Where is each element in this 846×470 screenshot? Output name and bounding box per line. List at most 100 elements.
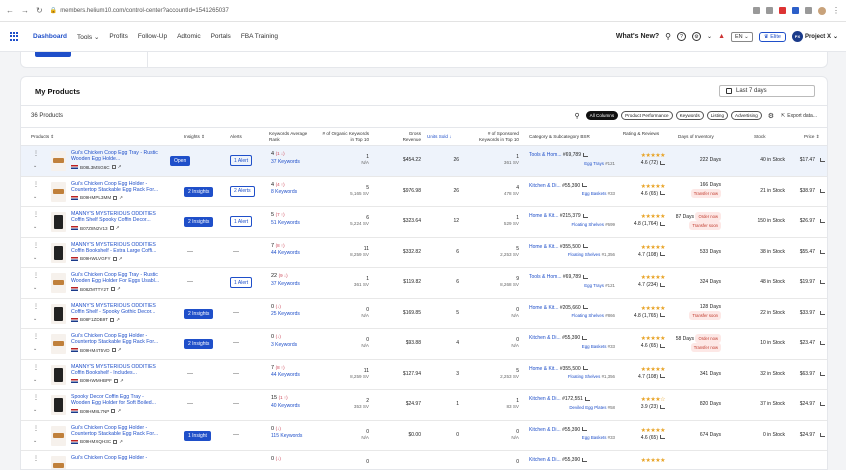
alerts-button[interactable]: 1 Alert [230,216,253,227]
forward-icon[interactable]: → [21,6,29,15]
more-options-icon[interactable]: ⋮ [33,151,39,157]
product-thumbnail[interactable] [51,212,66,232]
chart-icon[interactable] [660,435,665,440]
copy-icon[interactable] [113,195,118,200]
external-link-icon[interactable]: ↗ [120,378,124,384]
table-row[interactable]: ⋮ ⌄ Gui's Chicken Coop Egg Tray - Rustic W… [21,146,827,177]
reload-icon[interactable]: ↻ [36,6,43,15]
chart-icon[interactable] [582,152,588,157]
table-row[interactable]: ⋮⌄Gui's Chicken Coop Egg Holder -0 (↓)00… [21,451,827,469]
nav-portals[interactable]: Portals [211,33,231,40]
header-sponsored[interactable]: # of Sponsored Keywords in Top 10 [467,131,519,143]
category-link[interactable]: Home & Kit... [529,305,558,311]
chart-icon[interactable] [660,374,665,379]
chart-icon[interactable] [820,402,825,406]
chevron-down-icon[interactable]: ⌄ [33,285,37,291]
chart-icon[interactable] [820,249,825,254]
date-range-picker[interactable]: Last 7 days [719,85,815,97]
back-icon[interactable]: ← [6,6,14,15]
category-link[interactable]: Home & Kit... [529,213,558,219]
chart-icon[interactable] [660,221,665,226]
product-thumbnail[interactable] [51,151,66,171]
category-link[interactable]: Kitchen & Di... [529,427,561,433]
helium-extension-icon[interactable] [792,7,799,14]
chart-icon[interactable] [582,183,588,188]
chevron-down-icon[interactable]: ⌄ [33,438,37,444]
chart-icon[interactable] [582,335,588,340]
open-button[interactable]: Open [170,156,191,166]
search-icon[interactable]: ⚲ [665,32,671,41]
extension-icon[interactable] [779,7,786,14]
product-title-link[interactable]: MANNY'S MYSTERIOUS ODDITIES Coffin Books… [71,242,163,254]
product-thumbnail[interactable] [51,456,66,469]
copy-icon[interactable] [110,317,115,322]
chart-icon[interactable] [660,252,665,257]
filter-advertising[interactable]: Advertising [731,111,762,120]
category-link[interactable]: Home & Kit... [529,244,558,250]
more-options-icon[interactable]: ⋮ [33,456,39,462]
product-title-link[interactable]: MANNY'S MYSTERIOUS ODDITIES Coffin Shelf… [71,303,163,315]
category-link[interactable]: Tools & Hom... [529,274,562,280]
nav-fba-training[interactable]: FBA Training [241,33,278,40]
filter-all-columns[interactable]: All Columns [585,111,619,120]
settings-icon[interactable]: ⚙ [692,32,702,41]
external-link-icon[interactable]: ↗ [116,317,120,323]
external-link-icon[interactable]: ↗ [118,164,122,170]
copy-icon[interactable] [113,378,118,383]
chart-icon[interactable] [660,191,665,196]
header-kw-rank[interactable]: Keywords Average Rank [269,131,317,143]
external-link-icon[interactable]: ↗ [119,195,123,201]
share-icon[interactable] [753,7,760,14]
table-row[interactable]: ⋮ ⌄ Gui's Chicken Coop Egg Holder - Counte… [21,329,827,360]
header-gross[interactable]: Gross Revenue [391,131,421,143]
profile-avatar[interactable] [818,6,826,15]
external-link-icon[interactable]: ↗ [116,225,120,231]
nav-tools[interactable]: Tools ⌄ [77,33,99,41]
more-options-icon[interactable]: ⋮ [33,212,39,218]
puzzle-icon[interactable] [805,7,812,14]
product-title-link[interactable]: MANNY'S MYSTERIOUS ODDITIES Coffin Books… [71,364,163,376]
chart-icon[interactable] [820,371,825,376]
table-row[interactable]: ⋮ ⌄ MANNY'S MYSTERIOUS ODDITIES Coffin She… [21,207,827,238]
chart-icon[interactable] [582,244,588,249]
product-title-link[interactable]: MANNY'S MYSTERIOUS ODDITIES Coffin Shelf… [71,211,163,223]
header-rating[interactable]: Rating & Reviews [621,131,661,137]
more-options-icon[interactable]: ⋮ [33,426,39,432]
keywords-link[interactable]: 40 Keywords [271,403,300,410]
chart-icon[interactable] [820,280,825,284]
category-link[interactable]: Kitchen & Di... [529,183,561,189]
external-link-icon[interactable]: ↗ [119,439,123,445]
top-card-button[interactable] [35,52,71,57]
product-thumbnail[interactable] [51,395,66,415]
insights-button[interactable]: 2 Insights [184,308,214,319]
external-link-icon[interactable]: ↗ [118,347,122,353]
header-organic[interactable]: # of Organic Keywords in Top 10 [321,131,369,143]
keywords-link[interactable]: 37 Keywords [271,159,300,166]
insights-button[interactable]: 1 Insight [184,430,211,441]
product-thumbnail[interactable] [51,364,66,385]
chevron-down-icon[interactable]: ⌄ [33,316,37,322]
more-options-icon[interactable]: ⋮ [33,365,39,371]
chevron-down-icon[interactable]: ⌄ [33,163,37,169]
header-doi[interactable]: Days of Inventory [678,134,714,140]
keywords-link[interactable]: 3 Keywords [271,342,297,349]
more-options-icon[interactable]: ⋮ [33,243,39,249]
chart-icon[interactable] [582,427,588,432]
copy-icon[interactable] [111,409,116,413]
export-button[interactable]: ⇱ Export data... [781,113,817,119]
product-thumbnail[interactable] [51,425,66,446]
bell-icon[interactable]: ▲ [718,33,725,40]
product-title-link[interactable]: Spooky Decor Coffin Egg Tray - Wooden Eg… [71,394,163,406]
chart-icon[interactable] [660,404,665,409]
keywords-link[interactable]: 115 Keywords [271,433,302,440]
star-icon[interactable] [766,7,773,14]
chevron-down-icon[interactable]: ⌄ [33,377,37,383]
product-title-link[interactable]: Gui's Chicken Coop Egg Holder - Countert… [71,425,163,437]
product-thumbnail[interactable] [51,242,66,263]
more-options-icon[interactable]: ⋮ [33,395,39,401]
chevron-down-icon[interactable]: ⌄ [33,346,37,352]
chart-icon[interactable] [582,366,588,371]
chevron-down-icon[interactable]: ⌄ [33,224,37,230]
nav-adtomic[interactable]: Adtomic [177,33,200,40]
chart-icon[interactable] [820,219,825,223]
